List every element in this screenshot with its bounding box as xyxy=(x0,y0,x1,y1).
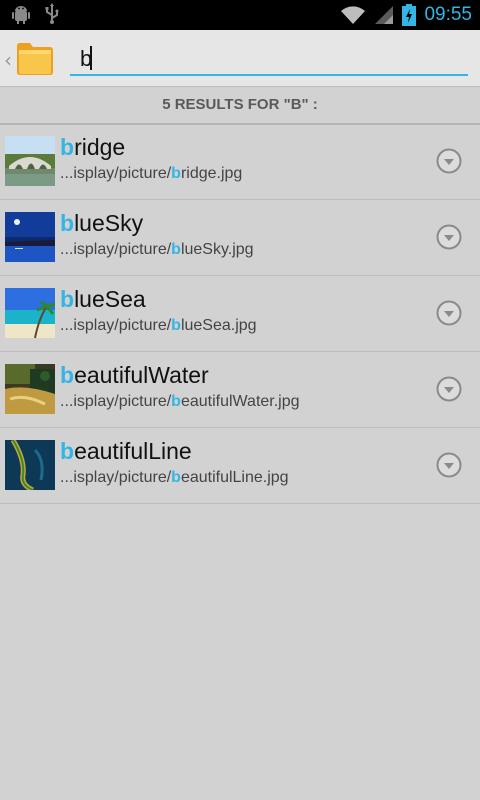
result-title: beautifulLine xyxy=(60,438,192,465)
path-rest: lueSky.jpg xyxy=(180,241,254,258)
path-prefix: ...isplay/picture/ xyxy=(60,165,172,182)
path-prefix: ...isplay/picture/ xyxy=(60,393,172,410)
search-input[interactable]: b xyxy=(70,42,468,76)
result-title: blueSea xyxy=(60,286,146,313)
chevron-down-circle-icon[interactable] xyxy=(436,376,462,402)
result-path: ...isplay/picture/blueSea.jpg xyxy=(60,317,257,335)
path-rest: lueSea.jpg xyxy=(180,317,257,334)
title-rest: ridge xyxy=(74,134,126,160)
text-cursor xyxy=(90,46,92,70)
path-prefix: ...isplay/picture/ xyxy=(60,241,172,258)
list-item[interactable]: blueSea ...isplay/picture/blueSea.jpg xyxy=(0,276,480,352)
folder-icon[interactable] xyxy=(16,40,54,76)
battery-charging-icon xyxy=(402,4,417,26)
path-match: b xyxy=(171,165,181,182)
status-bar-system: 09:55 xyxy=(340,0,472,30)
wifi-icon xyxy=(341,6,366,24)
beautiful-water-thumbnail xyxy=(5,364,55,414)
result-title: beautifulWater xyxy=(60,362,209,389)
result-path: ...isplay/picture/blueSky.jpg xyxy=(60,241,254,259)
path-match: b xyxy=(171,317,181,334)
blue-sky-thumbnail xyxy=(5,212,55,262)
chevron-down-circle-icon[interactable] xyxy=(436,148,462,174)
chevron-left-icon[interactable]: ‹ xyxy=(4,48,12,72)
path-rest: eautifulWater.jpg xyxy=(180,393,300,410)
path-match: b xyxy=(171,241,181,258)
usb-icon xyxy=(45,3,59,24)
result-title: blueSky xyxy=(60,210,143,237)
title-match: b xyxy=(60,134,75,160)
search-bar: ‹ b xyxy=(0,30,480,87)
result-path: ...isplay/picture/beautifulLine.jpg xyxy=(60,469,289,487)
result-path: ...isplay/picture/bridge.jpg xyxy=(60,165,242,183)
path-match: b xyxy=(171,393,181,410)
title-match: b xyxy=(60,210,75,236)
path-prefix: ...isplay/picture/ xyxy=(60,317,172,334)
clock: 09:55 xyxy=(424,4,472,25)
list-item[interactable]: bridge ...isplay/picture/bridge.jpg xyxy=(0,124,480,200)
path-rest: eautifulLine.jpg xyxy=(180,469,289,486)
title-rest: lueSea xyxy=(74,286,146,312)
title-match: b xyxy=(60,362,75,388)
chevron-down-circle-icon[interactable] xyxy=(436,224,462,250)
signal-icon xyxy=(375,6,394,24)
status-bar-notifications xyxy=(10,3,60,25)
chevron-down-circle-icon[interactable] xyxy=(436,300,462,326)
list-item[interactable]: blueSky ...isplay/picture/blueSky.jpg xyxy=(0,200,480,276)
result-title: bridge xyxy=(60,134,125,161)
status-bar: 09:55 xyxy=(0,0,480,30)
path-match: b xyxy=(171,469,181,486)
result-path: ...isplay/picture/beautifulWater.jpg xyxy=(60,393,300,411)
bridge-thumbnail xyxy=(5,136,55,186)
beautiful-line-thumbnail xyxy=(5,440,55,490)
path-prefix: ...isplay/picture/ xyxy=(60,469,172,486)
list-item[interactable]: beautifulLine ...isplay/picture/beautifu… xyxy=(0,428,480,504)
path-rest: ridge.jpg xyxy=(180,165,243,182)
chevron-down-circle-icon[interactable] xyxy=(436,452,462,478)
android-debug-icon xyxy=(12,6,30,24)
list-item[interactable]: beautifulWater ...isplay/picture/beautif… xyxy=(0,352,480,428)
blue-sea-thumbnail xyxy=(5,288,55,338)
results-list: bridge ...isplay/picture/bridge.jpg blue… xyxy=(0,124,480,504)
title-match: b xyxy=(60,286,75,312)
title-rest: lueSky xyxy=(74,210,144,236)
title-rest: eautifulLine xyxy=(74,438,192,464)
title-rest: eautifulWater xyxy=(74,362,209,388)
results-header: 5 RESULTS FOR "B" : xyxy=(0,87,480,125)
title-match: b xyxy=(60,438,75,464)
